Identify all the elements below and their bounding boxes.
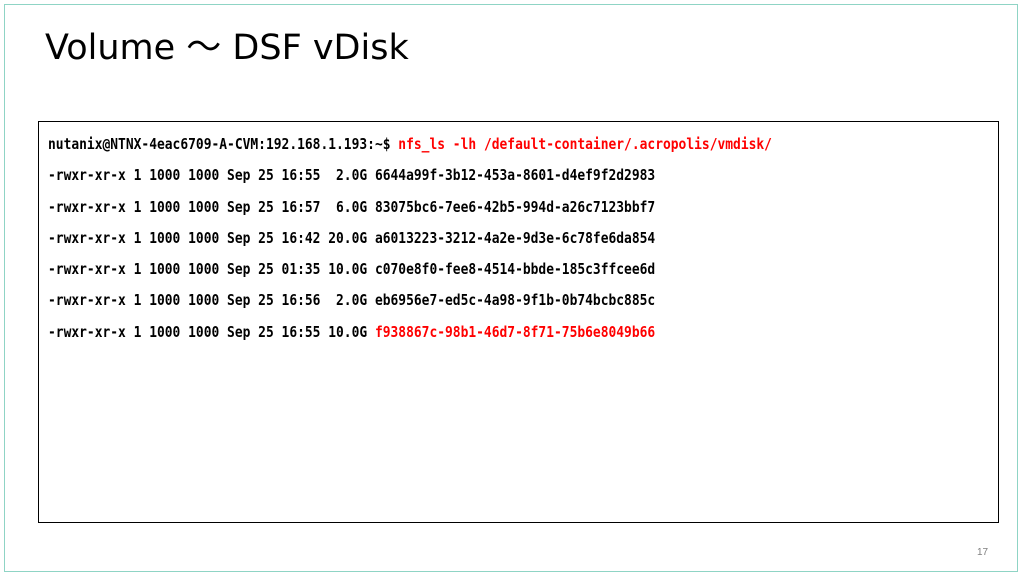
- file-name: c070e8f0-fee8-4514-bbde-185c3ffcee6d: [374, 260, 656, 279]
- file-name: 6644a99f-3b12-453a-8601-d4ef9f2d2983: [374, 166, 656, 185]
- file-listing-row: -rwxr-xr-x 1 1000 1000 Sep 25 01:35 10.0…: [48, 254, 772, 285]
- file-info: -rwxr-xr-x 1 1000 1000 Sep 25 16:42 20.0…: [48, 228, 375, 247]
- page-number: 17: [977, 547, 989, 558]
- file-listing-row: -rwxr-xr-x 1 1000 1000 Sep 25 16:57 6.0G…: [48, 192, 772, 223]
- file-name: a6013223-3212-4a2e-9d3e-6c78fe6da854: [374, 228, 656, 247]
- slide: Volume ～ DSF vDisk nutanix@NTNX-4eac6709…: [4, 4, 1018, 572]
- file-listing-row: -rwxr-xr-x 1 1000 1000 Sep 25 16:42 20.0…: [48, 223, 772, 254]
- file-info: -rwxr-xr-x 1 1000 1000 Sep 25 16:56 2.0G: [48, 291, 375, 310]
- file-name: 83075bc6-7ee6-42b5-994d-a26c7123bbf7: [374, 197, 656, 216]
- slide-title: Volume ～ DSF vDisk: [45, 28, 409, 68]
- file-name-highlighted: f938867c-98b1-46d7-8f71-75b6e8049b66: [374, 322, 656, 341]
- file-listing-row-highlighted: -rwxr-xr-x 1 1000 1000 Sep 25 16:55 10.0…: [48, 317, 772, 348]
- file-info: -rwxr-xr-x 1 1000 1000 Sep 25 16:55 10.0…: [48, 322, 375, 341]
- file-info: -rwxr-xr-x 1 1000 1000 Sep 25 16:55 2.0G: [48, 166, 375, 185]
- file-name: eb6956e7-ed5c-4a98-9f1b-0b74bcbc885c: [374, 291, 656, 310]
- file-info: -rwxr-xr-x 1 1000 1000 Sep 25 01:35 10.0…: [48, 260, 375, 279]
- terminal-output-box: nutanix@NTNX-4eac6709-A-CVM:192.168.1.19…: [38, 121, 999, 523]
- shell-command: nfs_ls -lh /default-container/.acropolis…: [398, 135, 772, 153]
- file-listing-row: -rwxr-xr-x 1 1000 1000 Sep 25 16:56 2.0G…: [48, 285, 772, 316]
- terminal-lines: nutanix@NTNX-4eac6709-A-CVM:192.168.1.19…: [48, 129, 888, 348]
- file-listing-row: -rwxr-xr-x 1 1000 1000 Sep 25 16:55 2.0G…: [48, 160, 772, 191]
- shell-prompt: nutanix@NTNX-4eac6709-A-CVM:192.168.1.19…: [48, 135, 399, 153]
- file-info: -rwxr-xr-x 1 1000 1000 Sep 25 16:57 6.0G: [48, 197, 375, 216]
- command-line: nutanix@NTNX-4eac6709-A-CVM:192.168.1.19…: [48, 129, 772, 160]
